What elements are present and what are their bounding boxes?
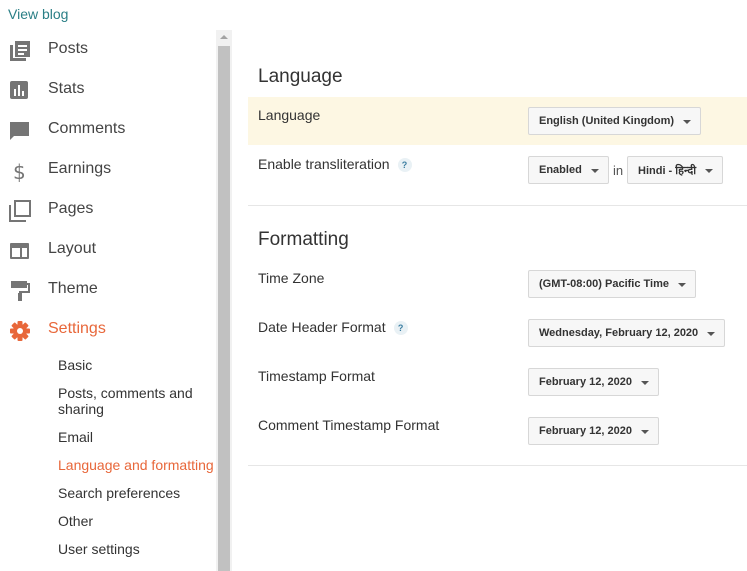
nav-stats[interactable]: Stats <box>0 70 216 110</box>
chevron-down-icon <box>640 430 649 434</box>
date-header-select[interactable]: Wednesday, February 12, 2020 <box>528 319 726 347</box>
nav-earnings[interactable]: $ Earnings <box>0 150 216 190</box>
language-label: Language <box>258 107 321 123</box>
posts-icon <box>10 41 30 61</box>
date-header-row: Date Header Format? Wednesday, February … <box>248 309 747 358</box>
formatting-section-title: Formatting <box>258 229 349 250</box>
dollar-icon: $ <box>13 160 26 182</box>
pages-icon <box>9 200 31 222</box>
settings-language-formatting[interactable]: Language and formatting <box>58 457 216 473</box>
comment-timestamp-select[interactable]: February 12, 2020 <box>528 417 659 445</box>
stats-icon <box>10 81 28 99</box>
nav-theme-label: Theme <box>48 280 98 297</box>
transliteration-select-value: Enabled <box>539 164 582 176</box>
nav-posts-label: Posts <box>48 40 89 57</box>
transliteration-language-value: Hindi - हिन्दी <box>638 164 697 177</box>
nav-comments-label: Comments <box>48 120 126 137</box>
date-header-label: Date Header Format? <box>258 319 408 335</box>
language-select-value: English (United Kingdom) <box>539 115 675 127</box>
nav-pages-label: Pages <box>48 200 94 217</box>
comments-icon <box>10 122 29 140</box>
in-label: in <box>613 163 624 178</box>
settings-posts-comments-sharing[interactable]: Posts, comments and sharing <box>58 385 216 417</box>
language-select[interactable]: English (United Kingdom) <box>528 107 702 135</box>
help-icon[interactable]: ? <box>397 158 412 172</box>
settings-email[interactable]: Email <box>58 429 216 445</box>
timezone-label: Time Zone <box>258 270 325 286</box>
timestamp-select[interactable]: February 12, 2020 <box>528 368 659 396</box>
timezone-select-value: (GMT-08:00) Pacific Time <box>539 278 670 290</box>
nav-settings[interactable]: Settings <box>0 310 216 350</box>
scroll-thumb[interactable] <box>218 46 230 571</box>
section-divider <box>248 205 747 206</box>
timestamp-label: Timestamp Format <box>258 368 375 384</box>
view-blog-link[interactable]: View blog <box>8 6 68 22</box>
timestamp-row: Timestamp Format February 12, 2020 <box>248 358 747 407</box>
timezone-row: Time Zone (GMT-08:00) Pacific Time <box>248 260 747 309</box>
comment-timestamp-label: Comment Timestamp Format <box>258 417 440 433</box>
settings-basic[interactable]: Basic <box>58 357 216 373</box>
transliteration-row: Enable transliteration? Enabled in Hindi… <box>248 146 747 196</box>
nav-pages[interactable]: Pages <box>0 190 216 230</box>
gear-icon <box>10 321 30 341</box>
settings-user-settings[interactable]: User settings <box>58 541 216 557</box>
nav-layout-label: Layout <box>48 240 97 257</box>
chevron-down-icon <box>640 381 649 385</box>
comment-timestamp-select-value: February 12, 2020 <box>539 425 632 437</box>
nav-settings-label: Settings <box>48 320 106 337</box>
language-section-title: Language <box>258 66 343 87</box>
transliteration-language-select[interactable]: Hindi - हिन्दी <box>627 156 724 184</box>
timestamp-select-value: February 12, 2020 <box>539 376 632 388</box>
nav-comments[interactable]: Comments <box>0 110 216 150</box>
paint-roller-icon <box>11 281 30 301</box>
scroll-up-arrow-icon[interactable] <box>220 35 228 39</box>
section-divider <box>248 465 747 466</box>
chevron-down-icon <box>707 332 716 336</box>
transliteration-select[interactable]: Enabled <box>528 156 609 184</box>
date-header-label-text: Date Header Format <box>258 319 386 335</box>
nav-posts[interactable]: Posts <box>0 30 216 70</box>
language-row: Language English (United Kingdom) <box>248 97 747 145</box>
settings-search-preferences[interactable]: Search preferences <box>58 485 216 501</box>
date-header-select-value: Wednesday, February 12, 2020 <box>539 327 699 339</box>
chevron-down-icon <box>678 283 687 287</box>
chevron-down-icon <box>590 169 599 173</box>
comment-timestamp-row: Comment Timestamp Format February 12, 20… <box>248 407 747 456</box>
settings-panel: Language Language English (United Kingdo… <box>248 30 747 571</box>
nav-stats-label: Stats <box>48 80 85 97</box>
transliteration-label: Enable transliteration? <box>258 156 412 172</box>
timezone-select[interactable]: (GMT-08:00) Pacific Time <box>528 270 697 298</box>
svg-text:$: $ <box>13 160 26 182</box>
help-icon[interactable]: ? <box>393 321 408 335</box>
nav-theme[interactable]: Theme <box>0 270 216 310</box>
layout-icon <box>10 243 29 259</box>
sidebar: Posts Stats Comments $ Earnings Pages La… <box>0 30 216 571</box>
sidebar-scrollbar[interactable] <box>216 30 232 571</box>
transliteration-label-text: Enable transliteration <box>258 156 390 172</box>
nav-earnings-label: Earnings <box>48 160 112 177</box>
chevron-down-icon <box>705 169 714 173</box>
chevron-down-icon <box>683 120 692 124</box>
nav-layout[interactable]: Layout <box>0 230 216 270</box>
settings-other[interactable]: Other <box>58 513 216 529</box>
